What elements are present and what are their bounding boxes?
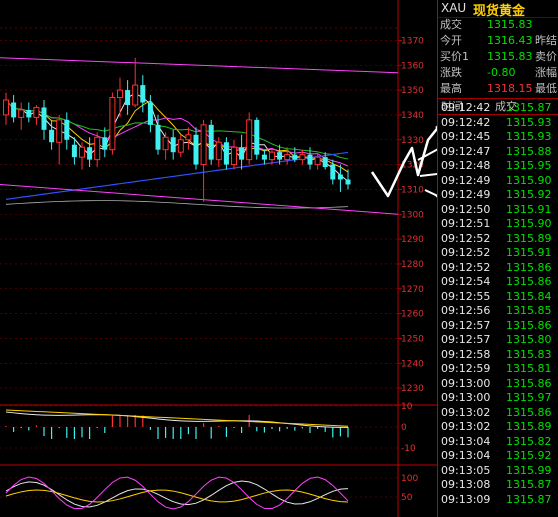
- candle-body: [231, 146, 237, 166]
- candle-body: [239, 147, 245, 160]
- candle-body: [200, 124, 207, 166]
- symbol-code: XAU: [441, 1, 467, 15]
- macd-tick-label: 0: [401, 423, 407, 433]
- candle-body: [3, 99, 9, 116]
- price-tick-label: 1370: [401, 36, 424, 46]
- candle-body: [64, 119, 70, 140]
- candle-body: [292, 154, 298, 160]
- candle-body: [109, 97, 116, 151]
- candle-body: [11, 102, 17, 118]
- price-tick-label: 1310: [401, 185, 424, 195]
- quote-row: 涨跌 -0.80 涨幅: [437, 65, 558, 81]
- tick-time: 09:13:09: [441, 492, 491, 506]
- kline-chart[interactable]: 100-10 10050 137013601350134013301320131…: [0, 0, 437, 517]
- candle-body: [26, 109, 32, 118]
- price-tick-label: 1260: [401, 310, 424, 320]
- candle-body: [254, 119, 260, 155]
- candle-body: [193, 134, 199, 165]
- candle-body: [102, 137, 108, 150]
- price-tick-label: 1270: [401, 285, 424, 295]
- price-tick-label: 1290: [401, 235, 424, 245]
- panel-divider: [437, 0, 438, 517]
- quote-label: 最高: [440, 82, 462, 95]
- candle-body: [337, 174, 343, 180]
- price-tick-label: 1240: [401, 359, 424, 369]
- candle-body: [277, 152, 283, 160]
- quote-label: 涨跌: [440, 66, 462, 79]
- candle-body: [49, 129, 55, 143]
- quote-label: 今开: [440, 34, 462, 47]
- instrument-header: XAU 现货黄金: [437, 0, 558, 19]
- candle-body: [208, 124, 214, 160]
- candle-body: [162, 136, 169, 151]
- candle-body: [87, 147, 93, 160]
- quote-row: 成交 1315.83: [437, 17, 558, 33]
- kdj-tick-label: 50: [401, 493, 413, 503]
- macd-tick-label: 10: [401, 402, 413, 412]
- candle-body: [41, 107, 47, 130]
- candle-body: [177, 139, 184, 153]
- candle-body: [94, 136, 101, 161]
- price-tick-label: 1360: [401, 61, 424, 71]
- quote-row: 今开 1316.43 昨结: [437, 33, 558, 49]
- candle-body: [261, 154, 267, 160]
- quote-row: 买价1 1315.83 卖价: [437, 49, 558, 65]
- price-axis: 1370136013501340133013201310130012901280…: [398, 36, 424, 394]
- candle-body: [223, 142, 229, 165]
- quote-extra-label: 最低: [535, 82, 557, 95]
- candle-body: [314, 156, 321, 166]
- candle-body: [71, 144, 77, 158]
- candle-body: [330, 164, 336, 180]
- price-tick-label: 1330: [401, 136, 424, 146]
- candle-body: [284, 154, 291, 161]
- price-tick-label: 1230: [401, 384, 424, 394]
- candle-body: [215, 141, 222, 161]
- quote-value: -0.80: [487, 66, 516, 79]
- candle-body: [56, 119, 63, 143]
- candle-body: [147, 102, 153, 125]
- price-tick-label: 1280: [401, 260, 424, 270]
- chart-background: [0, 0, 437, 517]
- candle-body: [125, 90, 131, 105]
- candle-body: [269, 151, 275, 161]
- quote-panel: XAU 现货黄金 成交 1315.83 今开 1316.43 昨结 买价1 1315.83 卖…: [437, 0, 558, 517]
- tick-row[interactable]: 09:13:09 1315.87: [437, 492, 558, 508]
- quote-row: 最高 1318.15 最低: [437, 81, 558, 97]
- candle-body: [185, 134, 192, 141]
- candle-body: [18, 109, 25, 118]
- candle-body: [307, 154, 313, 165]
- candle-body: [345, 179, 351, 185]
- quote-value: 1315.83: [487, 50, 533, 63]
- kdj-tick-label: 100: [401, 474, 418, 484]
- candle-body: [246, 119, 253, 161]
- candle-body: [322, 157, 328, 168]
- quote-label: 成交: [440, 18, 462, 31]
- macd-tick-label: -10: [401, 444, 416, 454]
- candle-body: [117, 89, 123, 99]
- candle-body: [33, 106, 40, 118]
- candle-body: [79, 146, 85, 158]
- candle-body: [132, 84, 139, 106]
- quote-value: 1315.83: [487, 18, 533, 31]
- quote-value: 1316.43: [487, 34, 533, 47]
- price-tick-label: 1350: [401, 86, 424, 96]
- candle-body: [155, 124, 161, 150]
- quote-extra-label: 卖价: [535, 50, 557, 63]
- tick-price: 1315.87: [506, 492, 552, 506]
- quote-extra-label: 涨幅: [535, 66, 557, 79]
- candle-body: [170, 137, 176, 153]
- quote-label: 买价1: [440, 50, 469, 63]
- candle-body: [140, 85, 146, 103]
- price-tick-label: 1250: [401, 334, 424, 344]
- price-tick-label: 1340: [401, 111, 424, 121]
- price-tick-label: 1300: [401, 210, 424, 220]
- candle-body: [299, 154, 306, 161]
- quote-extra-label: 昨结: [535, 34, 557, 47]
- quote-value: 1318.15: [487, 82, 533, 95]
